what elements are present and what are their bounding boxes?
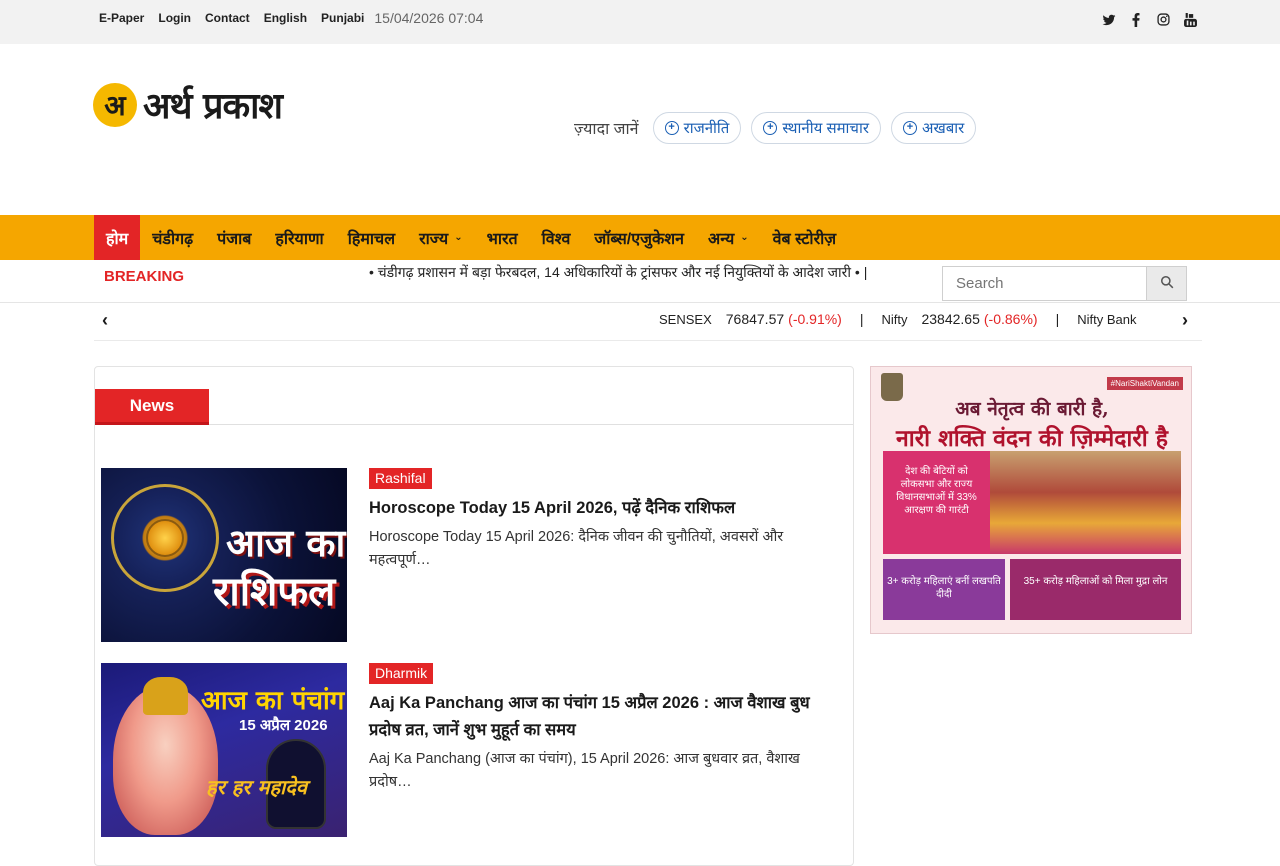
category-badge[interactable]: Dharmik [369,663,434,684]
search-icon [1160,275,1173,288]
article-card[interactable]: आज का राशिफल Rashifal Horoscope Today 15… [101,468,841,643]
nav-label: जॉब्स/एजुकेशन [594,230,685,248]
ad-subheadline: नारी शक्ति वंदन की ज़िम्मेदारी है [896,425,1168,452]
news-tab[interactable]: News [95,389,209,425]
nav-item-himachal[interactable]: हिमाचल [336,215,407,260]
news-header: News [95,389,853,425]
ad-stat-box: 35+ करोड़ महिलाओं को मिला मुद्रा लोन [1010,559,1181,620]
nav-label: राज्य [419,230,449,248]
nav-label: होम [106,230,129,248]
youtube-icon[interactable] [1183,13,1197,29]
ad-headline: अब नेतृत्व की बारी है, [955,398,1109,420]
thumb-text: आज का [226,520,346,565]
nav-item-web-stories[interactable]: वेब स्टोरीज़ [761,215,848,260]
market-name: Nifty [881,311,908,327]
thumb-text: आज का पंचांग [201,686,345,716]
more-label: ज़्यादा जानें [574,121,639,138]
plus-circle-icon: + [763,121,778,135]
topic-pill-label: अखबार [921,120,965,137]
market-ticker: ‹ SENSEX 76847.57 (-0.91%) | Nifty 23842… [94,303,1202,341]
main-nav: होम चंडीगढ़ पंजाब हरियाणा हिमाचल राज्य ⌄ … [0,215,1280,260]
chevron-down-icon: ⌄ [740,232,749,243]
nav-label: विश्व [541,230,571,248]
advertisement-banner[interactable]: #NariShaktiVandan अब नेतृत्व की बारी है,… [870,366,1192,634]
market-value: 76847.57 [725,311,785,327]
logo-mark: अ [93,82,137,127]
topic-pill-label: राजनीति [683,120,730,137]
nav-item-india[interactable]: भारत [475,215,530,260]
more-topics: ज़्यादा जानें + राजनीति + स्थानीय समाचार… [574,112,977,144]
nav-item-haryana[interactable]: हरियाणा [263,215,335,260]
facebook-icon[interactable] [1129,13,1143,29]
nav-item-states[interactable]: राज्य ⌄ [407,215,475,260]
nav-label: अन्य [708,230,735,248]
nav-label: चंडीगढ़ [152,230,194,248]
chevron-down-icon: ⌄ [454,232,463,243]
chevron-right-icon[interactable]: › [1182,310,1188,331]
zodiac-wheel-image [111,484,219,592]
english-link[interactable]: English [264,11,307,25]
chevron-left-icon[interactable]: ‹ [102,310,108,331]
nav-label: भारत [486,230,518,248]
top-bar: E-Paper Login Contact English Punjabi 15… [0,0,1280,44]
category-badge[interactable]: Rashifal [369,468,432,489]
article-title[interactable]: Aaj Ka Panchang आज का पंचांग 15 अप्रैल 2… [369,690,819,744]
nav-item-other[interactable]: अन्य ⌄ [696,215,761,260]
article-excerpt: Horoscope Today 15 April 2026: दैनिक जीव… [369,529,784,568]
news-section: News आज का राशिफल Rashifal Horoscope Tod… [94,366,854,866]
punjabi-link[interactable]: Punjabi [321,11,364,25]
market-name: SENSEX [659,311,712,327]
search-button[interactable] [1146,266,1187,301]
breaking-bar: BREAKING • चंडीगढ़ प्रशासन में बड़ा फेरब… [0,260,1280,303]
social-links [1102,13,1197,29]
ad-group-photo [990,451,1181,554]
twitter-icon[interactable] [1102,13,1116,29]
thumb-text: 15 अप्रैल 2026 [239,717,328,734]
contact-link[interactable]: Contact [205,11,250,25]
top-links: E-Paper Login Contact English Punjabi 15… [99,10,483,26]
market-separator: | [1055,311,1060,327]
nav-item-world[interactable]: विश्व [530,215,583,260]
market-name: Nifty Bank [1077,311,1137,327]
ad-stat-box: देश की बेटियों को लोकसभा और राज्य विधानस… [883,451,990,554]
thumb-text: राशिफल [213,568,336,615]
plus-circle-icon: + [902,121,917,135]
nav-label: हिमाचल [347,230,396,248]
article-excerpt: Aaj Ka Panchang (आज का पंचांग), 15 April… [369,751,800,790]
market-change: (-0.91%) [788,311,842,327]
market-change: (-0.86%) [983,311,1038,327]
ad-hashtag: #NariShaktiVandan [1106,377,1183,390]
login-link[interactable]: Login [158,11,191,25]
market-value: 23842.65 [921,311,980,327]
thumb-text: हर हर महादेव [206,775,308,799]
ad-stat-box: 3+ करोड़ महिलाएं बनीं लखपति दीदी [883,559,1005,620]
breaking-label: BREAKING [104,268,185,285]
article-thumbnail[interactable]: आज का राशिफल [101,468,347,642]
search-box [942,266,1187,301]
article-title[interactable]: Horoscope Today 15 April 2026, पढ़ें दैन… [369,495,819,522]
market-separator: | [859,311,864,327]
epaper-link[interactable]: E-Paper [99,11,144,25]
nav-item-chandigarh[interactable]: चंडीगढ़ [140,215,205,260]
logo-text: अर्थ प्रकाश [143,85,283,127]
topic-pill-label: स्थानीय समाचार [782,120,869,137]
plus-circle-icon: + [664,121,679,135]
topic-pill-newspaper[interactable]: + अखबार [890,112,977,144]
current-datetime: 15/04/2026 07:04 [374,10,484,26]
nav-item-jobs-education[interactable]: जॉब्स/एजुकेशन [582,215,696,260]
article-thumbnail[interactable]: आज का पंचांग 15 अप्रैल 2026 हर हर महादेव [101,663,347,837]
topic-pill-politics[interactable]: + राजनीति [652,112,742,144]
topic-pill-local-news[interactable]: + स्थानीय समाचार [751,112,881,144]
breaking-ticker[interactable]: • चंडीगढ़ प्रशासन में बड़ा फेरबदल, 14 अध… [369,263,867,282]
site-logo[interactable]: अ अर्थ प्रकाश [93,80,283,129]
search-input[interactable] [942,266,1146,301]
nav-item-home[interactable]: होम [94,215,141,260]
nav-label: हरियाणा [275,230,324,248]
nav-label: वेब स्टोरीज़ [772,230,837,248]
nav-item-punjab[interactable]: पंजाब [205,215,263,260]
instagram-icon[interactable] [1156,13,1170,29]
article-card[interactable]: आज का पंचांग 15 अप्रैल 2026 हर हर महादेव… [101,663,841,838]
market-items: SENSEX 76847.57 (-0.91%) | Nifty 23842.6… [659,311,1150,327]
nav-label: पंजाब [217,230,252,248]
